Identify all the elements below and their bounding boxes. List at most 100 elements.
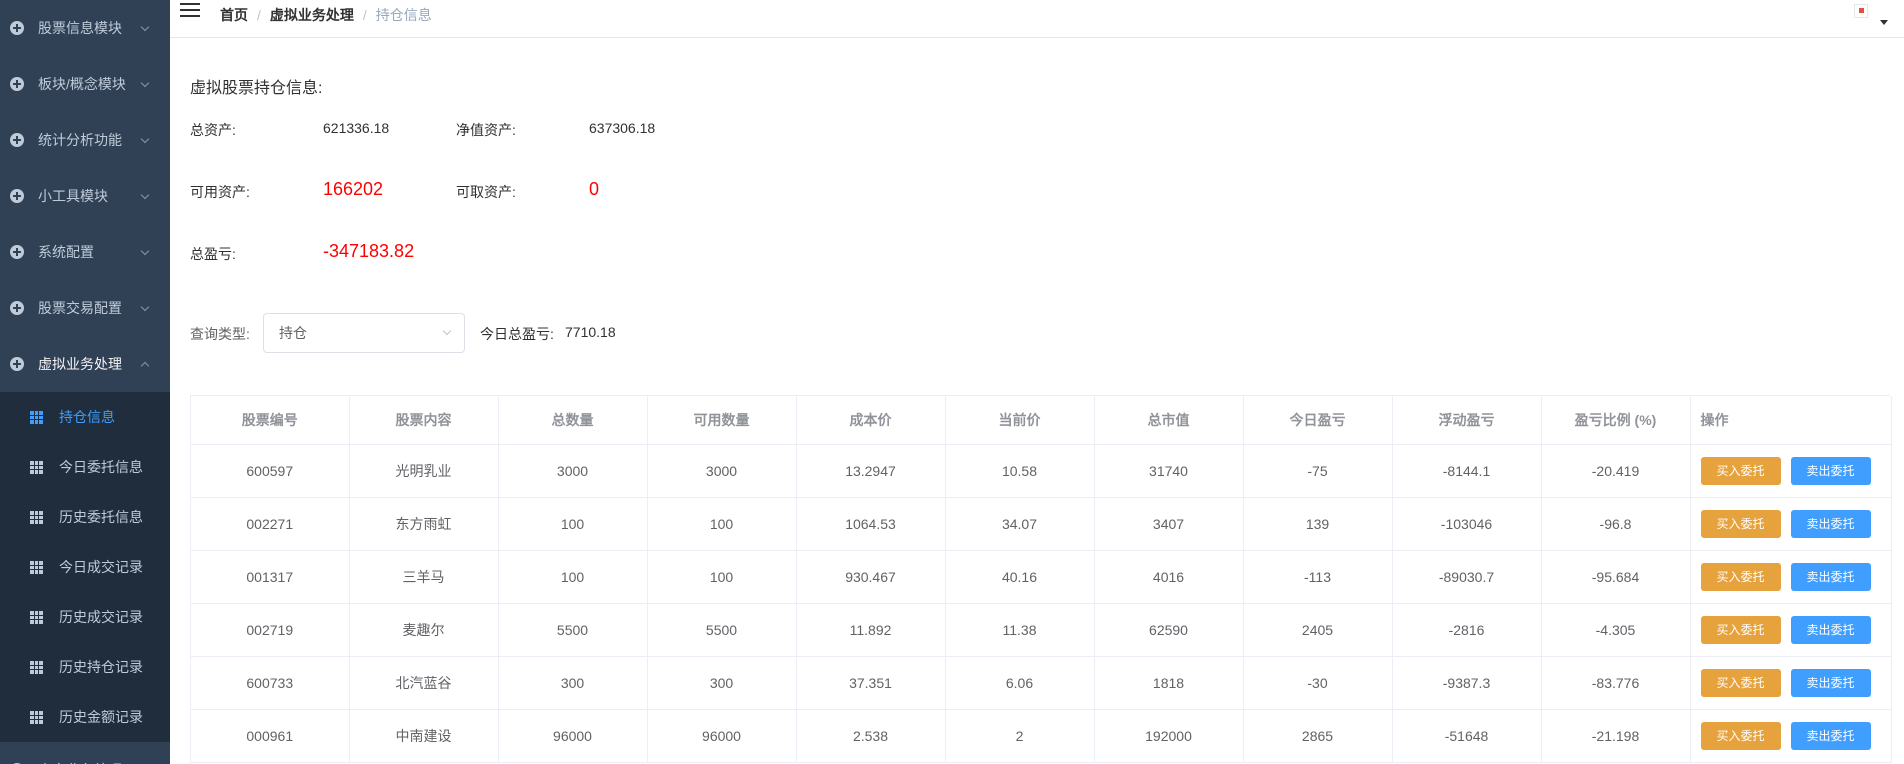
sidebar-menu-1[interactable]: 板块/概念模块 xyxy=(0,56,170,112)
chevron-down-icon xyxy=(140,78,150,88)
breadcrumb-separator: / xyxy=(257,7,261,23)
sidebar: 股票信息模块 板块/概念模块 统计分析功能小工具模块系统配置股票交易配置 虚拟业务处理… xyxy=(0,0,170,764)
table-cell: 麦趣尔 xyxy=(349,603,499,657)
column-header: 股票内容 xyxy=(349,396,499,445)
query-type-select[interactable]: 持仓 xyxy=(263,313,465,353)
buy-order-button[interactable]: 买入委托 xyxy=(1700,668,1781,697)
sell-order-button[interactable]: 卖出委托 xyxy=(1790,456,1871,485)
buy-order-button[interactable]: 买入委托 xyxy=(1700,456,1781,485)
actions-cell: 买入委托 卖出委托 xyxy=(1690,656,1892,710)
table-row: 002719 麦趣尔 5500 5500 11.892 11.38 62590 2405 -28… xyxy=(191,603,1892,657)
sell-order-button[interactable]: 卖出委托 xyxy=(1790,615,1871,644)
table-cell: -89030.7 xyxy=(1392,550,1542,604)
sidebar-menu-3[interactable]: 小工具模块 xyxy=(0,168,170,224)
query-type-label: 查询类型: xyxy=(190,326,250,342)
sidebar-subitem-0[interactable]: 持仓信息 xyxy=(0,392,170,442)
sidebar-menu-5[interactable]: 股票交易配置 xyxy=(0,280,170,336)
column-header: 总数量 xyxy=(498,396,648,445)
net-assets-value: 637306.18 xyxy=(589,120,656,136)
sell-order-button[interactable]: 卖出委托 xyxy=(1790,721,1871,750)
table-cell: 光明乳业 xyxy=(349,444,499,498)
table-cell: -75 xyxy=(1243,444,1393,498)
table-cell: -8144.1 xyxy=(1392,444,1542,498)
sidebar-subitem-5[interactable]: 历史持仓记录 xyxy=(0,642,170,692)
table-cell: 100 xyxy=(498,550,648,604)
sidebar-menu-label: 系统配置 xyxy=(38,244,94,260)
sell-order-button[interactable]: 卖出委托 xyxy=(1790,562,1871,591)
buy-order-button[interactable]: 买入委托 xyxy=(1700,562,1781,591)
grid-icon xyxy=(30,460,43,474)
table-cell: 100 xyxy=(647,497,797,551)
plus-circle-icon xyxy=(10,133,24,147)
sidebar-menu-label: 小工具模块 xyxy=(38,188,108,204)
grid-icon xyxy=(30,610,43,624)
sell-order-button[interactable]: 卖出委托 xyxy=(1790,668,1871,697)
table-cell: 2405 xyxy=(1243,603,1393,657)
column-header: 浮动盈亏 xyxy=(1392,396,1542,445)
actions-cell: 买入委托 卖出委托 xyxy=(1690,497,1892,551)
sidebar-subitem-1[interactable]: 今日委托信息 xyxy=(0,442,170,492)
table-cell: -103046 xyxy=(1392,497,1542,551)
table-cell: 300 xyxy=(647,656,797,710)
grid-icon xyxy=(30,660,43,674)
sidebar-menu-6[interactable]: 虚拟业务处理 xyxy=(0,336,170,392)
avatar[interactable] xyxy=(1854,4,1868,18)
table-cell: 34.07 xyxy=(945,497,1095,551)
sidebar-subitem-label: 今日成交记录 xyxy=(59,559,143,575)
caret-down-icon[interactable] xyxy=(1880,20,1888,25)
chevron-down-icon xyxy=(442,326,452,336)
breadcrumb: 首页 / 虚拟业务处理 / 持仓信息 xyxy=(220,5,432,25)
table-cell: 1064.53 xyxy=(796,497,946,551)
actions-cell: 买入委托 卖出委托 xyxy=(1690,550,1892,604)
holdings-table: 股票编号 股票内容 总数量 可用数量 成本价 当前价 总市值 今日盈亏 浮动盈亏 盈亏比例 (%)… xyxy=(190,395,1892,763)
breadcrumb-current: 持仓信息 xyxy=(375,7,432,23)
table-cell: 北汽蓝谷 xyxy=(349,656,499,710)
column-header: 股票编号 xyxy=(191,396,350,445)
table-cell: 2.538 xyxy=(796,709,946,763)
breadcrumb-section[interactable]: 虚拟业务处理 xyxy=(270,5,354,25)
plus-circle-icon xyxy=(10,357,24,371)
hamburger-icon[interactable] xyxy=(180,3,200,19)
table-cell: 96000 xyxy=(647,709,797,763)
buy-order-button[interactable]: 买入委托 xyxy=(1700,615,1781,644)
net-assets-label: 净值资产: xyxy=(456,122,516,138)
available-assets-label: 可用资产: xyxy=(190,184,250,200)
table-row: 002271 东方雨虹 100 100 1064.53 34.07 3407 139 -1030… xyxy=(191,497,1892,551)
sidebar-menu-0[interactable]: 股票信息模块 xyxy=(0,0,170,56)
plus-circle-icon xyxy=(10,77,24,91)
sidebar-subitem-4[interactable]: 历史成交记录 xyxy=(0,592,170,642)
sidebar-menu-4[interactable]: 系统配置 xyxy=(0,224,170,280)
sidebar-subitem-2[interactable]: 历史委托信息 xyxy=(0,492,170,542)
table-cell: 600733 xyxy=(191,656,350,710)
grid-icon xyxy=(30,510,43,524)
table-cell: 3000 xyxy=(498,444,648,498)
sidebar-menu-2[interactable]: 统计分析功能 xyxy=(0,112,170,168)
table-cell: 96000 xyxy=(498,709,648,763)
table-cell: 三羊马 xyxy=(349,550,499,604)
sidebar-subitem-label: 历史成交记录 xyxy=(59,609,143,625)
table-cell: 600597 xyxy=(191,444,350,498)
table-cell: 62590 xyxy=(1094,603,1244,657)
buy-order-button[interactable]: 买入委托 xyxy=(1700,509,1781,538)
table-cell: 100 xyxy=(498,497,648,551)
table-cell: 002271 xyxy=(191,497,350,551)
sell-order-button[interactable]: 卖出委托 xyxy=(1790,509,1871,538)
sidebar-subitem-label: 历史委托信息 xyxy=(59,509,143,525)
table-cell: 000961 xyxy=(191,709,350,763)
sidebar-menu-label: 真实业务处理 xyxy=(38,760,122,764)
grid-icon xyxy=(30,410,43,424)
breadcrumb-home[interactable]: 首页 xyxy=(220,5,248,25)
table-cell: 100 xyxy=(647,550,797,604)
sidebar-menu-real-business[interactable]: 真实业务处理 xyxy=(0,742,170,764)
table-cell: 13.2947 xyxy=(796,444,946,498)
table-cell: 11.892 xyxy=(796,603,946,657)
sidebar-subitem-6[interactable]: 历史金额记录 xyxy=(0,692,170,742)
buy-order-button[interactable]: 买入委托 xyxy=(1700,721,1781,750)
chevron-down-icon xyxy=(140,190,150,200)
sidebar-submenu: 持仓信息 今日委托信息历史委托信息 今日成交记录 历史成交记录历史持仓记录 历史金额记录 xyxy=(0,392,170,742)
chevron-down-icon xyxy=(140,302,150,312)
actions-cell: 买入委托 卖出委托 xyxy=(1690,444,1892,498)
sidebar-subitem-3[interactable]: 今日成交记录 xyxy=(0,542,170,592)
table-cell: 3000 xyxy=(647,444,797,498)
total-assets-label: 总资产: xyxy=(190,122,236,138)
